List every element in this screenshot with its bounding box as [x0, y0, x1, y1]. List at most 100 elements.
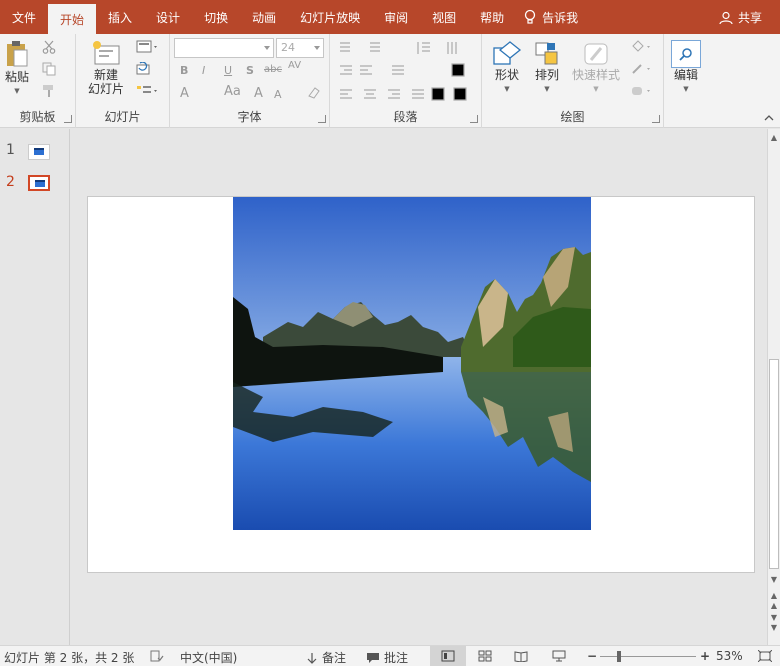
arrange-label: 排列: [534, 68, 559, 82]
tell-me-label: 告诉我: [542, 10, 579, 25]
increase-font-icon[interactable]: A: [254, 86, 263, 101]
paragraph-group: 段落: [330, 34, 482, 128]
landscape-photo[interactable]: [233, 197, 591, 530]
tab-help[interactable]: 帮助: [468, 0, 516, 34]
lightbulb-icon: [525, 9, 536, 24]
tab-design[interactable]: 设计: [144, 0, 192, 34]
shape-outline-icon[interactable]: [630, 62, 654, 76]
scrollbar-thumb[interactable]: [769, 359, 779, 569]
clipboard-launcher-icon[interactable]: [64, 115, 72, 123]
tab-file[interactable]: 文件: [0, 0, 48, 34]
slide-sorter-icon[interactable]: [478, 650, 492, 662]
previous-slide-icon[interactable]: ▲ ▲: [768, 591, 780, 611]
shadow-icon[interactable]: S: [246, 64, 254, 77]
paste-icon: [7, 41, 28, 67]
reading-view-icon[interactable]: [514, 650, 528, 662]
shape-effects-icon[interactable]: [630, 84, 654, 98]
status-bar: 幻灯片 第 2 张，共 2 张 中文(中国) 备注 批注 − + 53%: [0, 645, 780, 666]
zoom-slider-knob[interactable]: [617, 651, 621, 662]
slide-thumbnail-1[interactable]: [28, 144, 50, 160]
scroll-up-icon[interactable]: ▲: [768, 133, 780, 143]
slideshow-icon[interactable]: [552, 650, 566, 662]
thumbnail-number: 2: [6, 174, 15, 190]
share-button[interactable]: 共享: [719, 9, 762, 26]
chevron-down-icon: [314, 46, 320, 50]
language-indicator[interactable]: 中文(中国): [180, 649, 237, 666]
current-slide[interactable]: [87, 196, 755, 573]
normal-view-button[interactable]: [430, 646, 466, 666]
cut-icon[interactable]: [42, 40, 56, 54]
chevron-down-icon: [264, 46, 270, 50]
change-case-icon[interactable]: Aa: [224, 84, 241, 99]
collapse-ribbon-icon[interactable]: [764, 114, 774, 122]
tab-insert[interactable]: 插入: [96, 0, 144, 34]
search-icon: [679, 48, 692, 61]
copy-icon[interactable]: [42, 62, 56, 76]
comment-icon: [367, 652, 379, 663]
tab-home[interactable]: 开始: [48, 4, 97, 34]
zoom-in-icon[interactable]: +: [700, 649, 710, 663]
fit-to-window-icon[interactable]: [758, 650, 772, 662]
drawing-group-label: 绘图: [560, 110, 585, 124]
shapes-button[interactable]: 形状 ▼: [490, 40, 524, 96]
ribbon: 粘贴 ▼ 剪贴板 新建 幻灯片 幻灯片 24 B I U S abc AV A …: [0, 34, 780, 128]
notes-label: 备注: [322, 651, 347, 665]
strikethrough-icon[interactable]: abc: [264, 64, 282, 75]
arrange-button[interactable]: 排列 ▼: [530, 40, 564, 96]
tab-slideshow[interactable]: 幻灯片放映: [288, 0, 372, 34]
slide-thumbnail-2[interactable]: [28, 175, 50, 191]
scroll-down-icon[interactable]: ▼: [768, 575, 780, 585]
drawing-group: 形状 ▼ 排列 ▼ 快速样式 ▼ 绘图: [482, 34, 664, 128]
font-name-combo[interactable]: [174, 38, 274, 58]
thumbnail-number: 1: [6, 142, 15, 158]
font-size-combo[interactable]: 24: [276, 38, 324, 58]
chevron-down-icon: ▼: [14, 87, 20, 95]
tab-transitions[interactable]: 切换: [192, 0, 240, 34]
shape-fill-icon[interactable]: [630, 40, 654, 54]
new-slide-button[interactable]: 新建 幻灯片: [82, 40, 130, 96]
arrange-icon: [535, 42, 558, 65]
paragraph-icons: [340, 42, 467, 101]
character-spacing-icon[interactable]: AV: [288, 60, 301, 71]
slide-count: 幻灯片 第 2 张，共 2 张: [4, 651, 135, 665]
quick-styles-label: 快速样式: [571, 68, 620, 82]
drawing-launcher-icon[interactable]: [652, 115, 660, 123]
normal-view-icon: [441, 650, 455, 662]
tab-review[interactable]: 审阅: [372, 0, 420, 34]
clear-formatting-icon[interactable]: [306, 86, 320, 100]
paragraph-launcher-icon[interactable]: [470, 115, 478, 123]
format-painter-icon[interactable]: [42, 84, 56, 98]
tab-animations[interactable]: 动画: [240, 0, 288, 34]
comments-button[interactable]: 批注: [366, 649, 408, 666]
decrease-font-icon[interactable]: A: [274, 88, 282, 101]
vertical-scrollbar[interactable]: ▲ ▼ ▲ ▲ ▼ ▼: [767, 129, 780, 645]
quick-styles-button[interactable]: 快速样式 ▼: [570, 40, 622, 96]
zoom-out-icon[interactable]: −: [587, 649, 597, 663]
bold-icon[interactable]: B: [180, 64, 188, 77]
editing-label: 编辑: [673, 68, 698, 82]
tell-me-box[interactable]: 告诉我: [524, 9, 578, 26]
new-slide-label-1: 新建: [93, 68, 118, 82]
next-slide-icon[interactable]: ▼ ▼: [768, 613, 780, 633]
section-icon[interactable]: [136, 84, 160, 98]
italic-icon[interactable]: I: [202, 64, 205, 77]
shapes-icon: [493, 41, 522, 65]
notes-button[interactable]: 备注: [306, 649, 346, 666]
shapes-label: 形状: [494, 68, 519, 82]
font-color-icon[interactable]: A: [180, 86, 189, 101]
paste-label: 粘贴: [4, 70, 29, 84]
layout-icon[interactable]: [136, 40, 160, 54]
zoom-slider[interactable]: [600, 656, 696, 657]
paste-button[interactable]: 粘贴 ▼: [4, 40, 30, 98]
underline-icon[interactable]: U: [224, 64, 232, 77]
tab-view[interactable]: 视图: [420, 0, 468, 34]
zoom-level[interactable]: 53%: [716, 649, 743, 663]
font-launcher-icon[interactable]: [318, 115, 326, 123]
new-slide-label-2: 幻灯片: [87, 82, 124, 96]
accessibility-icon[interactable]: [150, 650, 164, 663]
reset-icon[interactable]: [136, 62, 152, 76]
comments-label: 批注: [384, 651, 409, 665]
paragraph-group-label: 段落: [393, 110, 418, 124]
ribbon-tab-bar: 文件 开始 插入 设计 切换 动画 幻灯片放映 审阅 视图 帮助 告诉我 共享: [0, 0, 780, 34]
editing-button[interactable]: 编辑 ▼: [668, 40, 704, 96]
